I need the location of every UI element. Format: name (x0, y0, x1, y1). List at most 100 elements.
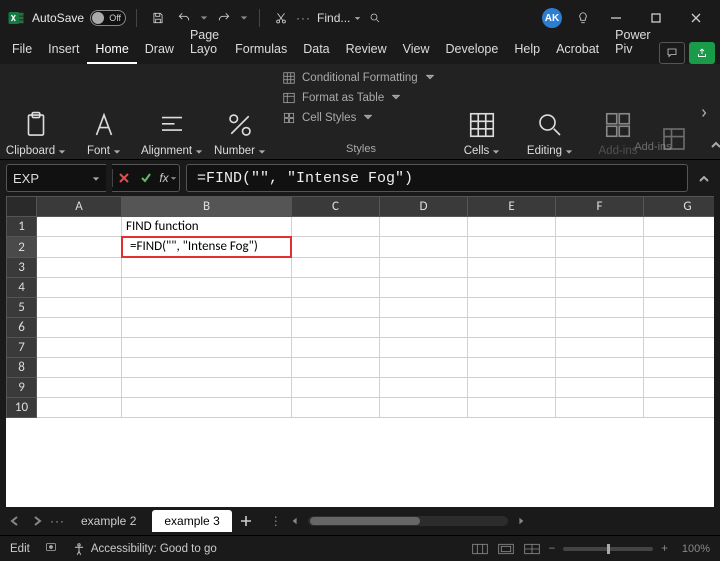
col-header-G[interactable]: G (644, 197, 715, 217)
ribbon: Clipboard Font Alignment Number Conditio… (0, 64, 720, 160)
search-label[interactable]: Find... (317, 11, 350, 25)
sheet-overflow[interactable]: ··· (50, 514, 65, 528)
zoom-slider[interactable] (563, 547, 653, 551)
alignment-label: Alignment (141, 145, 192, 157)
tab-review[interactable]: Review (338, 38, 395, 64)
col-header-C[interactable]: C (292, 197, 380, 217)
zoom-in-button[interactable]: + (661, 543, 668, 555)
tab-formulas[interactable]: Formulas (227, 38, 295, 64)
undo-dropdown[interactable] (199, 14, 209, 22)
group-addins: Add-ins Add-ins (586, 68, 650, 157)
tab-insert[interactable]: Insert (40, 38, 87, 64)
group-number[interactable]: Number (208, 68, 272, 157)
view-page-break-icon[interactable] (523, 542, 541, 556)
autosave-label: AutoSave (32, 11, 84, 25)
group-clipboard[interactable]: Clipboard (4, 68, 68, 157)
search-dropdown[interactable] (352, 15, 362, 22)
tab-acrobat[interactable]: Acrobat (548, 38, 607, 64)
sheet-prev-button[interactable] (6, 512, 24, 530)
col-header-A[interactable]: A (37, 197, 122, 217)
status-mode: Edit (10, 543, 30, 555)
row-header-10[interactable]: 10 (7, 398, 37, 418)
col-header-E[interactable]: E (468, 197, 556, 217)
row-header-6[interactable]: 6 (7, 318, 37, 338)
col-header-F[interactable]: F (556, 197, 644, 217)
row-header-9[interactable]: 9 (7, 378, 37, 398)
close-button[interactable] (678, 4, 714, 32)
view-normal-icon[interactable] (471, 542, 489, 556)
tab-view[interactable]: View (395, 38, 438, 64)
select-all-corner[interactable] (7, 197, 37, 217)
row-header-4[interactable]: 4 (7, 278, 37, 298)
lightbulb-icon[interactable] (572, 7, 594, 29)
tab-draw[interactable]: Draw (137, 38, 182, 64)
group-extra (652, 68, 696, 157)
add-sheet-button[interactable] (236, 511, 256, 531)
cell-B2[interactable]: =FIND("", "Intense Fog") (122, 237, 292, 258)
grid[interactable]: A B C D E F G 1 FIND function 2 =FIND("",… (6, 196, 714, 507)
group-cells[interactable]: Cells (450, 68, 514, 157)
styles-footer: Styles (346, 143, 376, 157)
tab-data[interactable]: Data (295, 38, 337, 64)
cell-B1[interactable]: FIND function (122, 217, 292, 237)
view-page-layout-icon[interactable] (497, 542, 515, 556)
hscroll-thumb[interactable] (310, 517, 420, 525)
row-header-1[interactable]: 1 (7, 217, 37, 237)
cell-styles-button[interactable]: Cell Styles (282, 108, 372, 128)
name-box[interactable]: EXP (6, 164, 106, 192)
hscroll-track[interactable] (308, 516, 508, 526)
formula-expand-button[interactable] (694, 171, 714, 185)
row-header-3[interactable]: 3 (7, 258, 37, 278)
macro-record-icon[interactable] (44, 541, 58, 556)
tab-power-pivot[interactable]: Power Piv (607, 24, 658, 64)
autosave-state: Off (109, 13, 121, 23)
qat-overflow[interactable]: ··· (296, 11, 311, 25)
tab-page-layout[interactable]: Page Layo (182, 24, 227, 64)
zoom-percent[interactable]: 100% (676, 543, 710, 555)
clipboard-icon (18, 107, 54, 143)
editing-icon (532, 107, 568, 143)
column-headers[interactable]: A B C D E F G (7, 197, 715, 217)
save-icon[interactable] (147, 7, 169, 29)
format-as-table-button[interactable]: Format as Table (282, 88, 400, 108)
tab-scroll-menu[interactable]: ⋮ (270, 514, 282, 528)
comments-button[interactable] (659, 42, 685, 64)
search-icon[interactable] (364, 7, 386, 29)
tab-developer[interactable]: Develope (438, 38, 507, 64)
tab-file[interactable]: File (4, 38, 40, 64)
hscroll-right[interactable] (514, 514, 528, 528)
clipboard-label: Clipboard (6, 145, 55, 157)
user-avatar[interactable]: AK (542, 8, 562, 28)
redo-dropdown[interactable] (239, 14, 249, 22)
tab-help[interactable]: Help (506, 38, 548, 64)
cell-C2[interactable] (292, 237, 380, 258)
accessibility-status[interactable]: Accessibility: Good to go (72, 542, 217, 556)
group-font[interactable]: Font (72, 68, 136, 157)
group-alignment[interactable]: Alignment (140, 68, 204, 157)
formula-input[interactable]: =FIND("", "Intense Fog") (186, 164, 688, 192)
sheet-tab-0[interactable]: example 2 (69, 510, 148, 532)
number-label: Number (214, 145, 255, 157)
hscroll-left[interactable] (288, 514, 302, 528)
row-header-2[interactable]: 2 (7, 237, 37, 258)
sheet-next-button[interactable] (28, 512, 46, 530)
extra-icon (656, 121, 692, 157)
cut-icon[interactable] (270, 7, 292, 29)
insert-function-button[interactable]: fx (157, 165, 179, 191)
formula-enter-button[interactable] (135, 165, 157, 191)
ribbon-tabs: File Insert Home Draw Page Layo Formulas… (0, 36, 720, 64)
font-label: Font (87, 145, 110, 157)
formula-cancel-button[interactable] (113, 165, 135, 191)
col-header-B[interactable]: B (122, 197, 292, 217)
col-header-D[interactable]: D (380, 197, 468, 217)
row-header-7[interactable]: 7 (7, 338, 37, 358)
zoom-out-button[interactable]: − (549, 543, 556, 555)
sheet-tab-1[interactable]: example 3 (152, 510, 231, 532)
row-header-8[interactable]: 8 (7, 358, 37, 378)
autosave-toggle[interactable]: Off (90, 10, 126, 26)
share-button[interactable] (689, 42, 715, 64)
row-header-5[interactable]: 5 (7, 298, 37, 318)
tab-home[interactable]: Home (87, 38, 136, 64)
group-editing[interactable]: Editing (518, 68, 582, 157)
conditional-formatting-button[interactable]: Conditional Formatting (282, 68, 434, 88)
